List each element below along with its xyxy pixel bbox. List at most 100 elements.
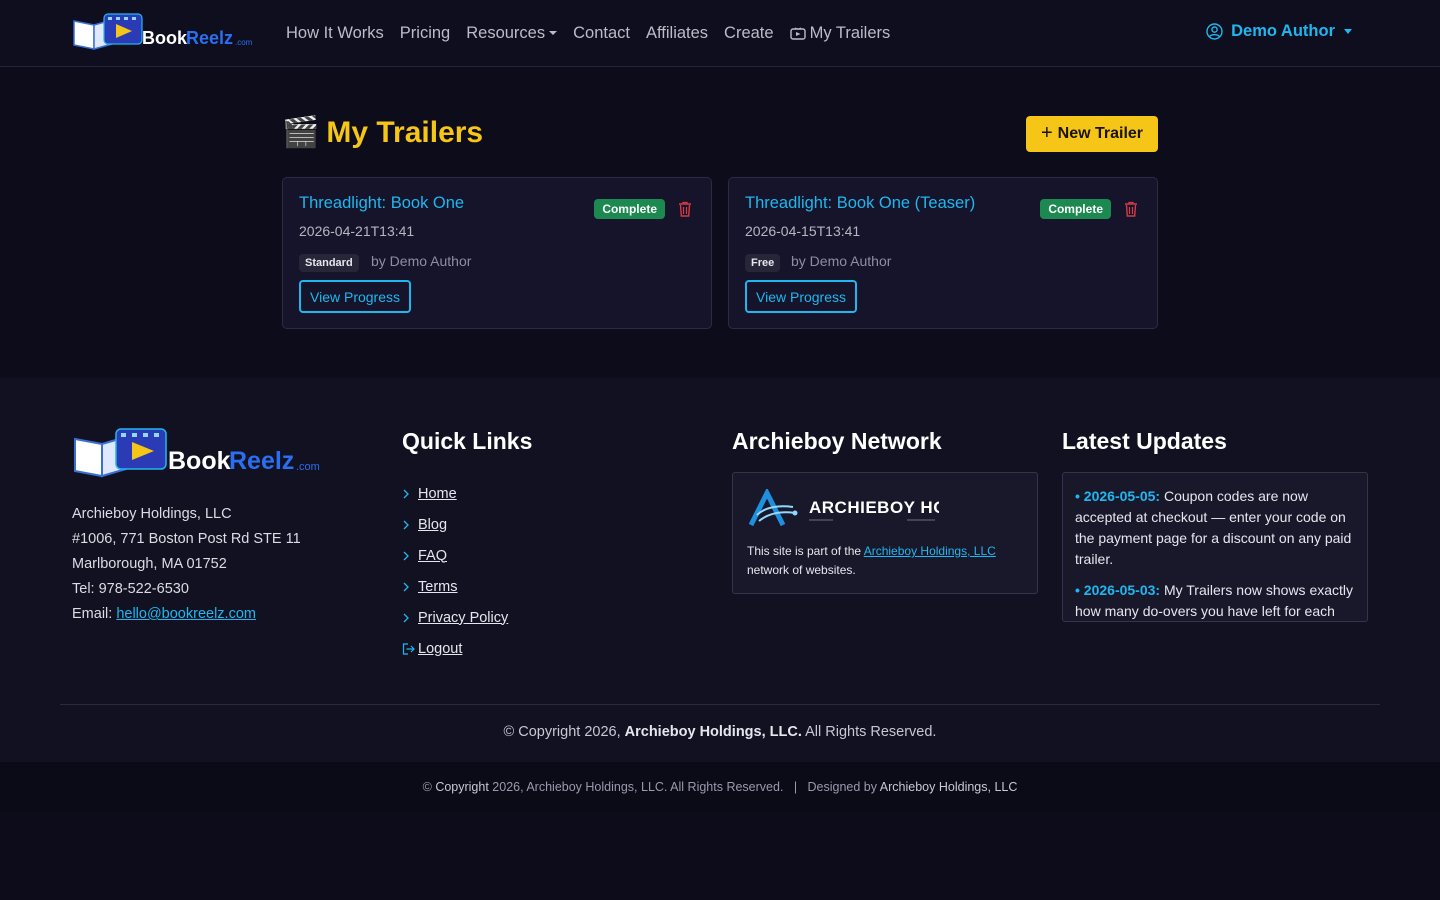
view-progress-button[interactable]: View Progress	[745, 280, 858, 313]
quick-link-label: Terms	[418, 578, 458, 595]
email-link[interactable]: hello@bookreelz.com	[116, 606, 256, 622]
main-nav: How It Works Pricing Resources Contact A…	[286, 0, 906, 66]
chevron-right-icon	[403, 489, 409, 498]
network-text: This site is part of the	[747, 544, 864, 558]
nav-create[interactable]: Create	[724, 24, 774, 43]
quick-link-home[interactable]: Home	[402, 478, 508, 509]
clapperboard-icon: 🎬	[282, 116, 320, 149]
designed-by-text: Designed by	[807, 780, 880, 794]
logout-icon	[402, 642, 415, 655]
trailer-title-link[interactable]: Threadlight: Book One (Teaser)	[745, 194, 975, 213]
address-line: #1006, 771 Boston Post Rd STE 11	[72, 531, 301, 547]
quick-link-blog[interactable]: Blog	[402, 509, 508, 540]
user-menu-dropdown[interactable]: Demo Author	[1206, 22, 1352, 41]
view-progress-button[interactable]: View Progress	[299, 280, 412, 313]
new-trailer-label: New Trailer	[1057, 125, 1144, 142]
archieboy-logo-text: ARCHIEBOY HOLDINGS, LLC	[809, 498, 939, 517]
book-reel-logo: Book Reelz .com	[73, 13, 253, 50]
svg-text:Book: Book	[142, 28, 188, 48]
update-item: • 2026-05-05: Coupon codes are now accep…	[1075, 488, 1352, 567]
nav-affiliates[interactable]: Affiliates	[646, 24, 708, 43]
quick-link-terms[interactable]: Terms	[402, 571, 508, 602]
network-link[interactable]: Archieboy Holdings, LLC	[864, 544, 996, 558]
network-heading: Archieboy Network	[732, 428, 942, 454]
chevron-right-icon	[403, 551, 409, 560]
nav-how-it-works[interactable]: How It Works	[286, 24, 384, 43]
nav-pricing[interactable]: Pricing	[400, 24, 450, 43]
quick-link-label: Blog	[418, 516, 448, 533]
network-text: network of websites.	[747, 563, 856, 577]
footer-brand-logo[interactable]: Book Reelz .com	[72, 425, 328, 483]
trash-icon[interactable]	[678, 201, 692, 217]
svg-text:Book: Book	[168, 447, 231, 475]
trailer-date: 2026-04-21T13:41	[299, 223, 415, 239]
plan-badge: Standard	[299, 254, 359, 272]
quick-link-label: Privacy Policy	[418, 609, 509, 626]
caret-down-icon	[549, 31, 558, 35]
quick-links: Home Blog FAQ Terms Privacy Policy Logou…	[402, 478, 508, 664]
chevron-right-icon	[403, 613, 409, 622]
update-date: 2026-05-03:	[1083, 582, 1161, 598]
view-progress-label: View Progress	[310, 288, 401, 305]
logout-link[interactable]: Logout	[402, 633, 508, 664]
nav-label: Affiliates	[645, 23, 709, 42]
designer-link[interactable]: Archieboy Holdings, LLC	[880, 780, 1018, 794]
plan-badge: Free	[745, 254, 781, 272]
email-label: Email:	[72, 606, 113, 622]
nav-label: Create	[724, 23, 774, 42]
footer-copyright: © Copyright 2026, Archieboy Holdings, LL…	[0, 724, 1440, 740]
address-email: Email: hello@bookreelz.com	[72, 602, 301, 627]
caret-down-icon	[1344, 29, 1352, 34]
tv-icon	[789, 27, 806, 40]
copyright-text: 2026, Archieboy Holdings, LLC. All Right…	[488, 780, 784, 794]
chevron-right-icon	[403, 520, 409, 529]
trash-icon[interactable]	[1124, 201, 1138, 217]
svg-text:.com: .com	[296, 461, 320, 473]
logout-label: Logout	[418, 640, 463, 657]
company-address: Archieboy Holdings, LLC #1006, 771 Bosto…	[72, 502, 301, 627]
updates-heading: Latest Updates	[1062, 428, 1227, 454]
site-footer: Book Reelz .com Archieboy Holdings, LLC …	[0, 378, 1440, 762]
nav-label: Pricing	[399, 23, 451, 42]
user-name: Demo Author	[1231, 22, 1335, 40]
copyright-text: All Rights Reserved.	[801, 724, 937, 740]
updates-scroll-box[interactable]: • 2026-05-05: Coupon codes are now accep…	[1062, 472, 1368, 622]
svg-text:Reelz: Reelz	[229, 447, 294, 475]
footer-divider	[60, 704, 1380, 705]
svg-text:Reelz: Reelz	[186, 28, 233, 48]
update-date: 2026-05-05:	[1083, 488, 1161, 504]
view-progress-label: View Progress	[756, 288, 847, 305]
copyright-text: © Copyright 2026,	[503, 724, 625, 740]
chevron-right-icon	[403, 582, 409, 591]
nav-label: Contact	[573, 23, 630, 42]
address-company: Archieboy Holdings, LLC	[72, 506, 232, 522]
bottom-copyright: © Copyright 2026, Archieboy Holdings, LL…	[422, 780, 1018, 794]
nav-label: How It Works	[286, 23, 384, 42]
trailer-author: by Demo Author	[791, 253, 892, 269]
update-item: • 2026-05-03: My Trailers now shows exac…	[1063, 580, 1367, 621]
trailer-list: Threadlight: Book One Complete 2026-04-2…	[282, 177, 1158, 329]
nav-label: Resources	[466, 23, 546, 42]
copyright-word: Copyright	[435, 780, 489, 794]
nav-contact[interactable]: Contact	[573, 24, 630, 43]
quick-link-privacy[interactable]: Privacy Policy	[402, 602, 508, 633]
network-box: ARCHIEBOY HOLDINGS, LLC This site is par…	[732, 472, 1038, 594]
nav-label: My Trailers	[809, 23, 891, 42]
new-trailer-button[interactable]: + New Trailer	[1026, 116, 1158, 152]
page-heading: My Trailers	[326, 116, 484, 149]
trailer-date: 2026-04-15T13:41	[745, 223, 861, 239]
nav-resources-dropdown[interactable]: Resources	[466, 23, 558, 43]
quick-link-faq[interactable]: FAQ	[402, 540, 508, 571]
brand-logo[interactable]: Book Reelz .com	[72, 11, 258, 55]
top-navbar: Book Reelz .com How It Works Pricing Res…	[0, 0, 1440, 67]
status-badge: Complete	[1040, 199, 1111, 219]
quick-link-label: Home	[418, 485, 457, 502]
address-line: Marlborough, MA 01752	[72, 556, 227, 572]
page-title: 🎬 My Trailers	[282, 116, 483, 150]
nav-my-trailers[interactable]: My Trailers	[789, 23, 891, 43]
quick-link-label: FAQ	[418, 547, 448, 564]
archieboy-logo[interactable]: ARCHIEBOY HOLDINGS, LLC	[749, 489, 939, 529]
status-badge: Complete	[594, 199, 665, 219]
trailer-title-link[interactable]: Threadlight: Book One	[299, 194, 464, 213]
trailer-author: by Demo Author	[371, 253, 472, 269]
